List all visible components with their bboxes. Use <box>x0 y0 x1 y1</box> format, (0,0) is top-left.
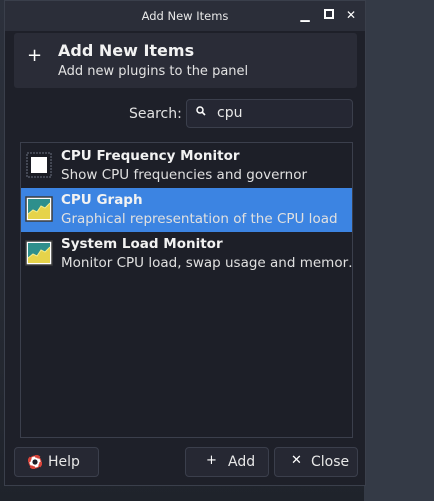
header-subtitle: Add new plugins to the panel <box>58 64 249 79</box>
cpu-frequency-icon <box>26 152 52 178</box>
dialog-header: + Add New Items Add new plugins to the p… <box>14 33 357 88</box>
close-label: Close <box>311 454 350 470</box>
desktop-panel-edge <box>364 0 434 501</box>
plus-icon: + <box>206 453 217 468</box>
maximize-icon <box>324 9 334 19</box>
maximize-button[interactable] <box>321 7 337 23</box>
graph-icon <box>25 240 53 266</box>
plugin-item-cpu-graph[interactable]: CPU Graph Graphical representation of th… <box>21 188 352 232</box>
minimize-button[interactable]: ▁ <box>297 7 313 23</box>
close-window-button[interactable]: ✕ <box>343 7 359 23</box>
header-title: Add New Items <box>58 41 195 60</box>
plugin-item-system-load-monitor[interactable]: System Load Monitor Monitor CPU load, sw… <box>21 232 352 276</box>
help-button[interactable]: Help <box>14 447 99 477</box>
plugin-title: CPU Frequency Monitor <box>61 148 240 164</box>
add-button[interactable]: + Add <box>185 447 269 477</box>
search-label: Search: <box>129 106 182 122</box>
plugin-description: Monitor CPU load, swap usage and memor… <box>61 255 353 271</box>
add-label: Add <box>228 454 256 470</box>
plugin-description: Graphical representation of the CPU load <box>61 211 338 227</box>
graph-icon <box>25 196 53 222</box>
plus-icon: + <box>27 45 43 66</box>
close-button[interactable]: ✕ Close <box>274 447 358 477</box>
plugin-title: System Load Monitor <box>61 236 223 252</box>
plugin-item-cpu-frequency-monitor[interactable]: CPU Frequency Monitor Show CPU frequenci… <box>21 144 352 188</box>
help-lifebuoy-icon <box>28 455 42 469</box>
help-label: Help <box>48 454 80 470</box>
titlebar: Add New Items ▁ ✕ <box>5 1 365 31</box>
plugin-title: CPU Graph <box>61 192 143 208</box>
plugin-description: Show CPU frequencies and governor <box>61 167 308 183</box>
search-field[interactable] <box>186 99 353 128</box>
close-icon: ✕ <box>291 453 302 468</box>
search-input[interactable] <box>217 105 337 121</box>
search-icon <box>196 106 206 116</box>
plugin-list[interactable]: CPU Frequency Monitor Show CPU frequenci… <box>20 142 353 438</box>
add-new-items-dialog: Add New Items ▁ ✕ + Add New Items Add ne… <box>4 0 366 486</box>
